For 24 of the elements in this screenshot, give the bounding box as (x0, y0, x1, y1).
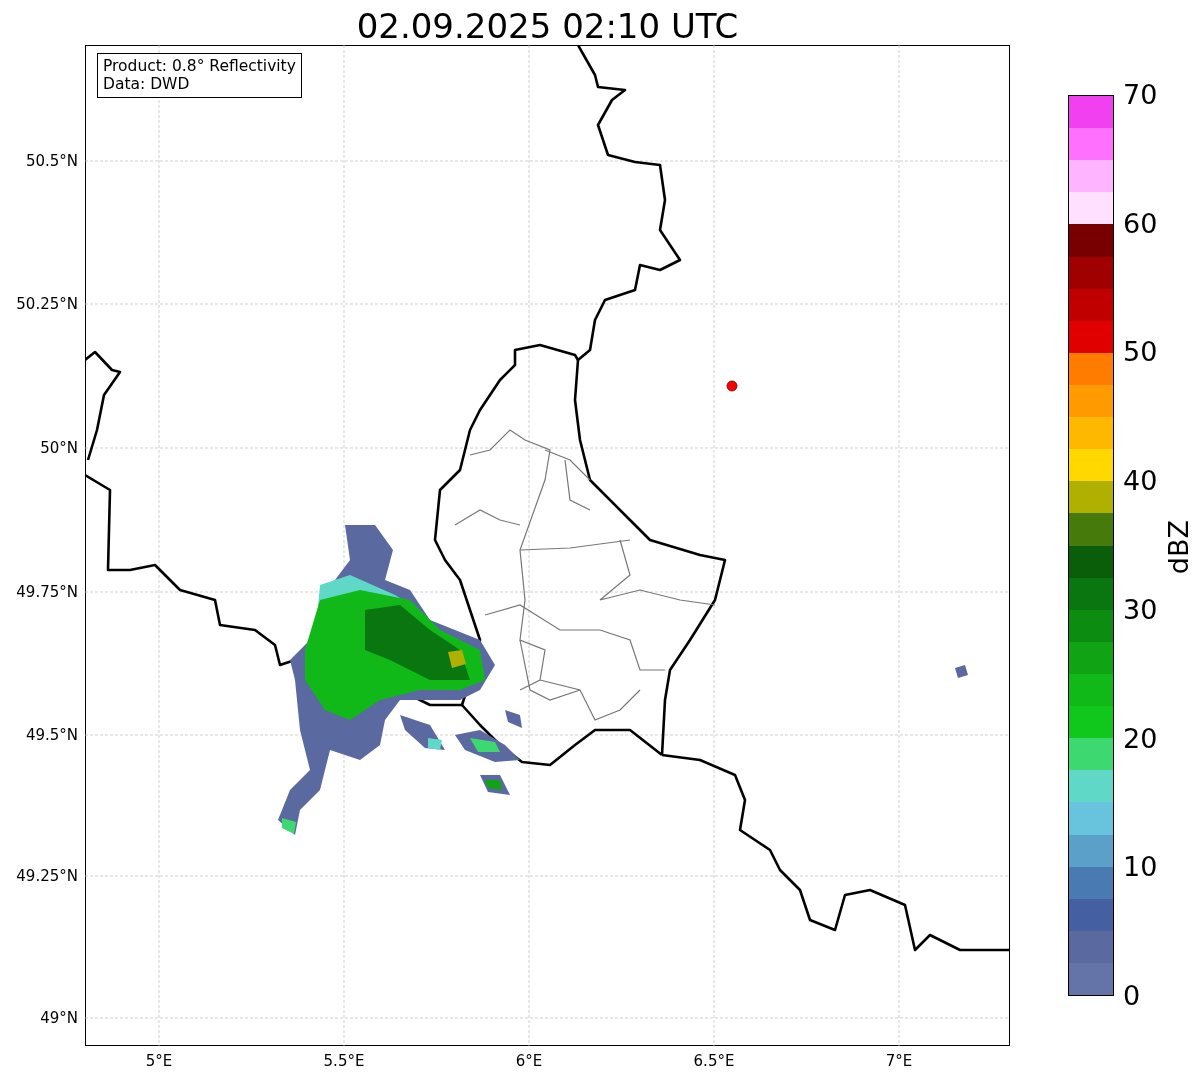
colorbar-label: dBZ (1164, 520, 1194, 575)
longitude-label: 5.5°E (323, 1052, 365, 1070)
latitude-label: 50.25°N (16, 295, 78, 313)
colorbar-tick-label: 70 (1123, 80, 1158, 110)
colorbar-tick-label: 50 (1123, 337, 1158, 368)
latitude-label: 49.75°N (16, 583, 78, 601)
chart-title: 02.09.2025 02:10 UTC (355, 5, 740, 48)
info-box: Product: 0.8° Reflectivity Data: DWD (97, 53, 302, 98)
longitude-label: 5°E (145, 1052, 173, 1070)
latitude-label: 49.25°N (16, 867, 78, 885)
colorbar-tick-label: 0 (1123, 981, 1141, 1011)
latitude-label: 49°N (40, 1009, 78, 1027)
radar-site-marker (726, 380, 738, 392)
longitude-label: 6°E (515, 1052, 543, 1070)
latitude-label: 49.5°N (25, 726, 78, 744)
colorbar-tick-label: 30 (1123, 594, 1158, 625)
latitude-label: 50°N (40, 439, 78, 457)
colorbar-tick-label: 60 (1123, 208, 1158, 239)
longitude-label: 6.5°E (693, 1052, 735, 1070)
colorbar-tick-label: 20 (1123, 723, 1158, 754)
latitude-label: 50.5°N (25, 152, 78, 170)
colorbar-tick-label: 10 (1123, 852, 1158, 883)
colorbar-tick-label: 40 (1123, 466, 1158, 497)
longitude-label: 7°E (885, 1052, 913, 1070)
